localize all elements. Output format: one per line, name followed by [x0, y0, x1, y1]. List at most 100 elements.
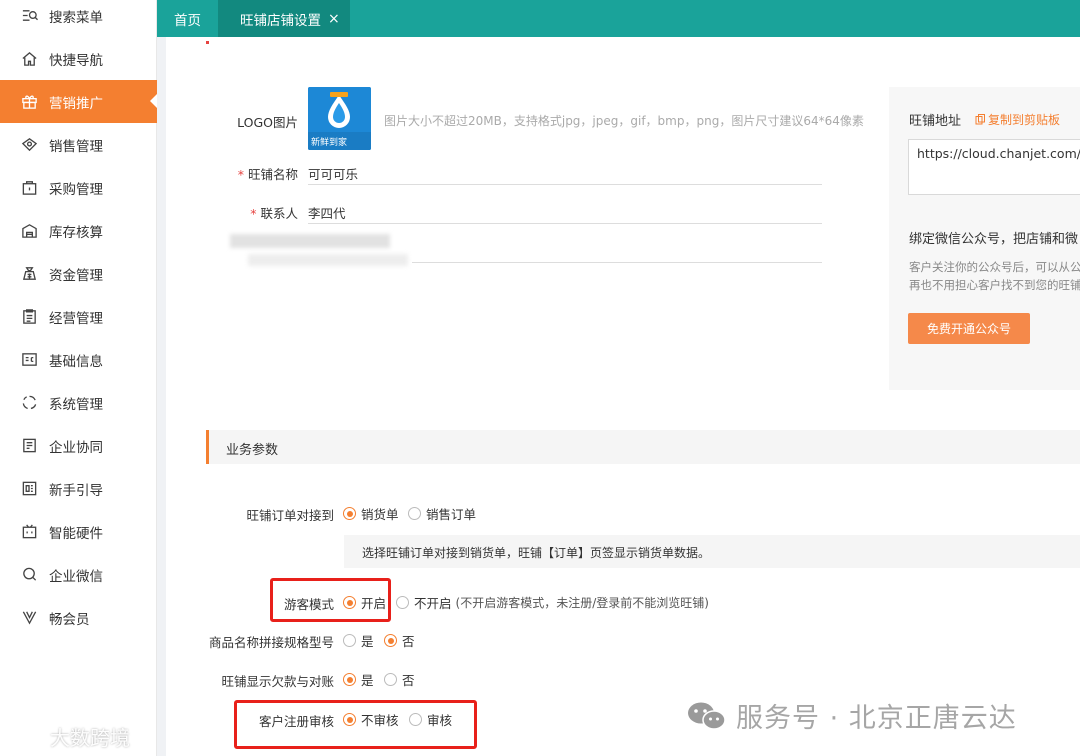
logo-hint: 图片大小不超过20MB，支持格式jpg，jpeg，gif，bmp，png，图片尺… — [384, 114, 864, 128]
sidebar-item-label: 销售管理 — [49, 138, 103, 155]
watermark-left: 大数跨境 — [8, 722, 130, 751]
sidebar-item-label: 企业微信 — [49, 568, 103, 585]
document-icon — [20, 437, 38, 455]
radio-spec-yes[interactable]: 是 — [343, 631, 374, 650]
watermark-logo-icon — [8, 728, 44, 745]
tab-home[interactable]: 首页 — [157, 0, 218, 37]
radio-checked-icon — [343, 507, 356, 520]
radio-label: 是 — [361, 634, 374, 649]
tab-shop-settings[interactable]: 旺铺店铺设置 × — [218, 0, 350, 37]
clipboard-icon — [20, 308, 38, 326]
tab-label: 旺铺店铺设置 — [240, 12, 321, 29]
shop-address-panel: 旺铺地址 复制到剪贴板 https://cloud.chanjet.com/hs… — [889, 87, 1080, 390]
v-icon — [20, 609, 38, 627]
radio-label: 否 — [402, 634, 415, 649]
radio-label: 不开启 — [414, 596, 452, 611]
sidebar-item-member[interactable]: 畅会员 — [0, 596, 157, 639]
sidebar-item-system[interactable]: 系统管理 — [0, 381, 157, 424]
radio-spec-no[interactable]: 否 — [384, 631, 415, 650]
sidebar-item-label: 系统管理 — [49, 396, 103, 413]
radio-label: 是 — [361, 673, 374, 688]
sidebar-item-label: 采购管理 — [49, 181, 103, 198]
highlight-box-guest-mode — [270, 578, 391, 622]
panel-title: 旺铺地址 — [909, 114, 962, 129]
tab-label: 首页 — [174, 12, 201, 29]
device-icon — [20, 523, 38, 541]
sidebar-item-funds[interactable]: 资金管理 — [0, 252, 157, 295]
blurred-field — [248, 254, 408, 266]
open-official-account-button[interactable]: 免费开通公众号 — [908, 313, 1030, 344]
sidebar-item-operations[interactable]: 经营管理 — [0, 295, 157, 338]
copy-to-clipboard-link[interactable]: 复制到剪贴板 — [975, 111, 1060, 128]
watermark-right: 服务号 · 北京正唐云达 — [686, 696, 1017, 735]
label-text: 联系人 — [260, 206, 298, 221]
radio-checked-icon — [343, 673, 356, 686]
shop-name-label: * 旺铺名称 — [226, 164, 298, 183]
order-docking-label: 旺铺订单对接到 — [246, 508, 334, 523]
blurred-field — [230, 234, 390, 248]
copy-icon — [975, 114, 985, 125]
logo-text: 新鲜到家 — [311, 138, 348, 148]
sidebar-item-label: 新手引导 — [49, 482, 103, 499]
bind-wechat-title: 绑定微信公众号，把店铺和微 — [909, 232, 1079, 247]
warehouse-icon — [20, 222, 38, 240]
sidebar-item-quick-nav[interactable]: 快捷导航 — [0, 37, 157, 80]
divider — [412, 262, 822, 263]
sidebar-item-label: 搜索菜单 — [49, 9, 103, 26]
main-content: LOGO图片 新鲜到家 图片大小不超过20MB，支持格式jpg，jpeg，gif… — [166, 37, 1080, 756]
radio-sales-order[interactable]: 销售订单 — [408, 504, 476, 523]
sidebar-item-guide[interactable]: 新手引导 — [0, 467, 157, 510]
section-header: 业务参数 — [206, 430, 1080, 464]
section-title: 业务参数 — [226, 443, 279, 458]
sidebar-item-label: 智能硬件 — [49, 525, 103, 542]
radio-label: 销售订单 — [426, 507, 477, 522]
sidebar-item-wechat-work[interactable]: 企业微信 — [0, 553, 157, 596]
sidebar-item-search-menu[interactable]: 搜索菜单 — [0, 0, 157, 37]
decor-dot — [206, 41, 209, 44]
radio-unchecked-icon — [384, 673, 397, 686]
radio-sales-delivery[interactable]: 销货单 — [343, 504, 399, 523]
contact-input[interactable]: 李四代 — [308, 203, 346, 222]
logo-label: LOGO图片 — [237, 115, 298, 130]
radio-checked-icon — [384, 634, 397, 647]
sidebar-item-label: 经营管理 — [49, 310, 103, 327]
radio-debt-yes[interactable]: 是 — [343, 670, 374, 689]
id-card-icon — [20, 351, 38, 369]
radio-unchecked-icon — [408, 507, 421, 520]
radio-debt-no[interactable]: 否 — [384, 670, 415, 689]
sidebar-item-purchase[interactable]: 采购管理 — [0, 166, 157, 209]
bag-icon — [20, 179, 38, 197]
watermark-text: 大数跨境 — [50, 726, 130, 750]
money-bag-icon — [20, 265, 38, 283]
sidebar-item-label: 企业协同 — [49, 439, 103, 456]
copy-link-text: 复制到剪贴板 — [988, 113, 1061, 127]
sidebar-item-hardware[interactable]: 智能硬件 — [0, 510, 157, 553]
shop-url-field[interactable]: https://cloud.chanjet.com/hs — [908, 139, 1080, 195]
sidebar-item-marketing[interactable]: 营销推广 — [0, 80, 157, 123]
radio-label: 否 — [402, 673, 415, 688]
guest-mode-note: (不开启游客模式，未注册/登录前不能浏览旺铺) — [455, 596, 709, 610]
wechat-work-icon — [20, 566, 38, 584]
required-mark: * — [250, 206, 257, 221]
sidebar-item-inventory[interactable]: 库存核算 — [0, 209, 157, 252]
divider — [308, 223, 822, 224]
radio-guest-off[interactable]: 不开启 (不开启游客模式，未注册/登录前不能浏览旺铺) — [396, 593, 709, 612]
logo-image[interactable]: 新鲜到家 — [308, 87, 371, 150]
sidebar-item-label: 畅会员 — [49, 611, 90, 628]
sidebar: 搜索菜单 快捷导航 营销推广 销售管理 采购管理 库存核算 资金管理 经营管理 … — [0, 0, 157, 756]
shop-name-input[interactable]: 可可可乐 — [308, 164, 358, 183]
sidebar-item-collab[interactable]: 企业协同 — [0, 424, 157, 467]
sales-icon — [20, 136, 38, 154]
gift-icon — [20, 93, 38, 111]
watermark-text: 服务号 · 北京正唐云达 — [736, 703, 1017, 734]
radio-label: 销货单 — [361, 507, 399, 522]
radio-unchecked-icon — [343, 634, 356, 647]
desc-line: 客户关注你的公众号后，可以从公 — [909, 260, 1080, 274]
sidebar-item-label: 资金管理 — [49, 267, 103, 284]
sidebar-item-sales[interactable]: 销售管理 — [0, 123, 157, 166]
contact-label: * 联系人 — [226, 203, 298, 222]
sidebar-item-label: 库存核算 — [49, 224, 103, 241]
sidebar-item-basic-info[interactable]: 基础信息 — [0, 338, 157, 381]
label-text: 旺铺名称 — [247, 167, 298, 182]
close-icon[interactable]: × — [328, 11, 340, 27]
